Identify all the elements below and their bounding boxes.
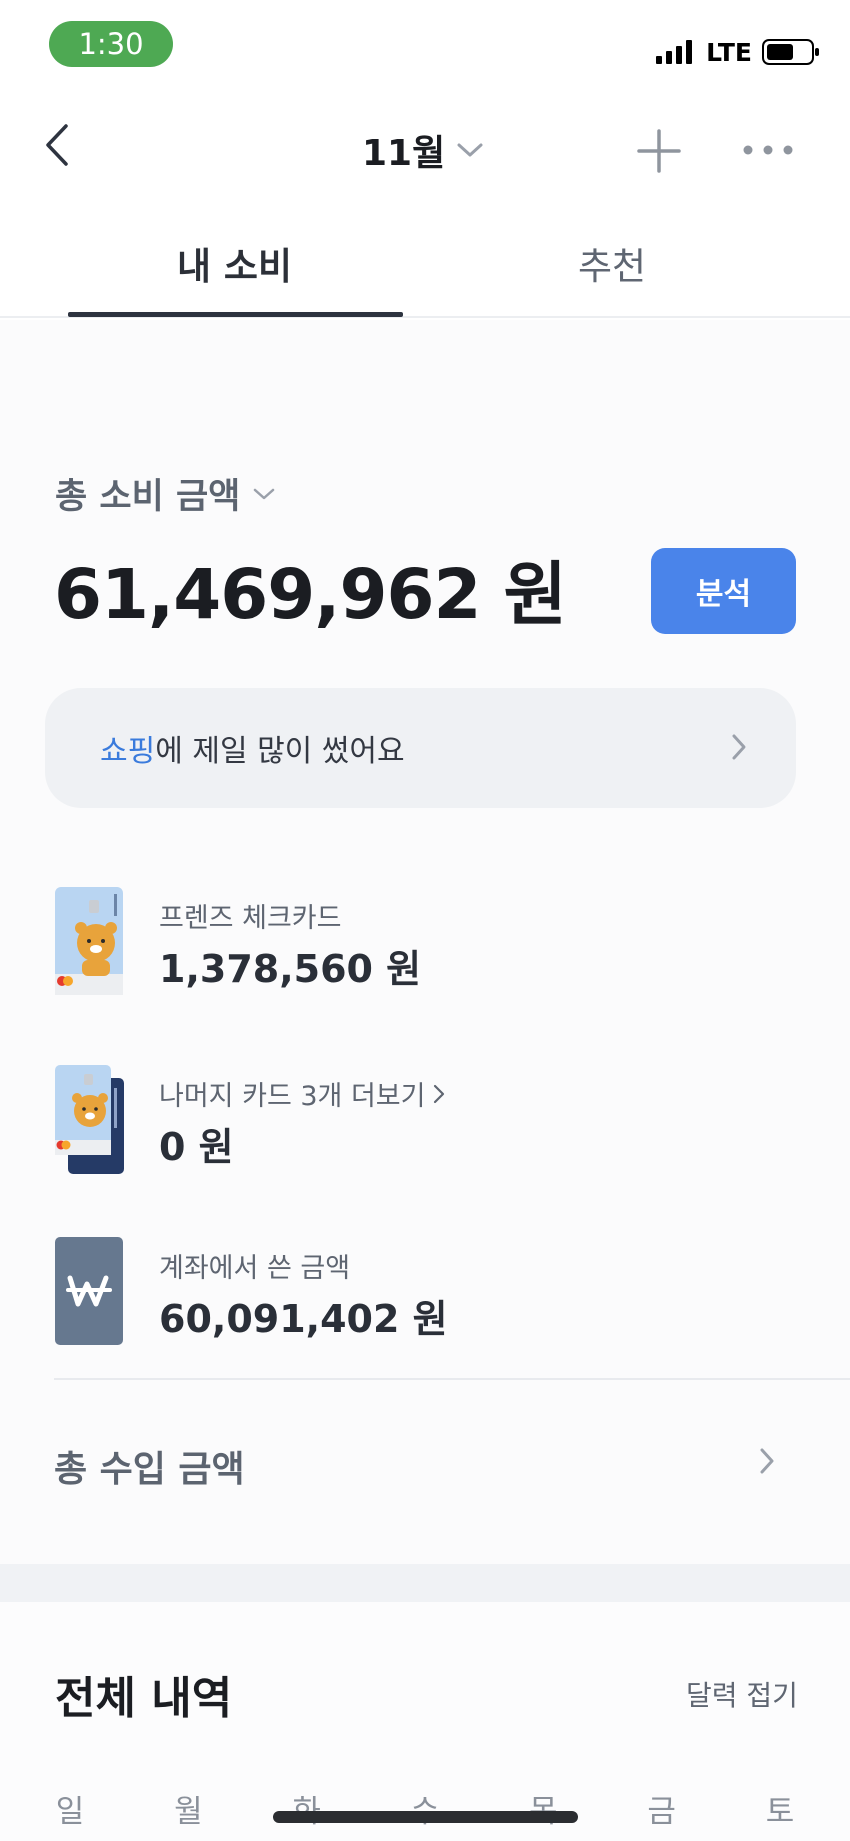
signal-icon [656, 40, 693, 64]
total-income-label: 총 수입 금액 [54, 1449, 245, 1490]
weekday-fri: 금 [647, 1794, 676, 1830]
status-indicators: LTE [656, 37, 820, 67]
ryan-check-card-icon [55, 887, 123, 995]
top-category-message: 에 제일 많이 썼어요 [155, 734, 405, 769]
divider [54, 1378, 850, 1380]
month-selector[interactable]: 11월 [362, 122, 485, 178]
spend-row-account[interactable]: 계좌에서 쓴 금액 60,091,402 원 [54, 1236, 796, 1346]
top-category-banner[interactable]: 쇼핑에 제일 많이 썼어요 [45, 688, 796, 808]
history-title: 전체 내역 [55, 1673, 233, 1724]
weekday-sat: 토 [765, 1794, 795, 1830]
chevron-right-icon [433, 1084, 444, 1103]
nav-bar: 11월 [0, 100, 850, 200]
month-label: 11월 [362, 133, 446, 174]
status-time: 1:30 [49, 21, 173, 67]
tab-my-spending[interactable]: 내 소비 [177, 236, 292, 290]
chevron-right-icon [732, 734, 746, 760]
row-amount: 60,091,402 원 [159, 1297, 448, 1341]
stacked-cards-icon [55, 1065, 124, 1174]
network-label: LTE [706, 37, 752, 67]
back-icon[interactable] [38, 120, 78, 170]
status-bar: 1:30 LTE [0, 0, 850, 88]
tab-recommend[interactable]: 추천 [578, 236, 646, 290]
calendar-collapse-button[interactable]: 달력 접기 [686, 1674, 798, 1714]
top-category-name: 쇼핑 [100, 734, 156, 769]
weekday-tue: 화 [267, 1786, 347, 1831]
spending-summary: 총 소비 금액 61,469,962 원 분석 쇼핑에 제일 많이 썼어요 프렌… [0, 320, 850, 1564]
card-name: 프렌즈 체크카드 [159, 903, 342, 934]
row-amount: 1,378,560 원 [159, 947, 422, 991]
weekday-thu: 목 [503, 1786, 583, 1831]
spend-row-check-card[interactable]: 프렌즈 체크카드 1,378,560 원 [54, 886, 796, 996]
row-title: 프렌즈 체크카드 [159, 896, 341, 935]
total-spend-amount: 61,469,962 원 [54, 555, 567, 635]
row-title: 계좌에서 쓴 금액 [159, 1246, 350, 1285]
history-section: 전체 내역 달력 접기 일 월 화 수 목 금 토 [0, 1602, 850, 1841]
chevron-down-icon [457, 143, 483, 157]
section-gap [0, 1564, 850, 1602]
add-icon[interactable] [636, 128, 682, 174]
row-amount: 0 원 [159, 1125, 234, 1169]
more-icon[interactable] [742, 138, 794, 162]
total-spend-selector[interactable]: 총 소비 금액 [55, 468, 276, 519]
weekday-mon: 월 [174, 1794, 203, 1830]
weekday-sun: 일 [55, 1794, 85, 1830]
row-title: 나머지 카드 3개 더보기 [159, 1074, 446, 1113]
won-account-icon [55, 1237, 123, 1345]
battery-icon [762, 39, 819, 65]
more-cards-link: 나머지 카드 3개 더보기 [159, 1081, 426, 1112]
tab-bar: 내 소비 추천 [0, 220, 850, 318]
tab-indicator [68, 312, 403, 317]
total-income-row[interactable]: 총 수입 금액 [54, 1420, 796, 1500]
analysis-button[interactable]: 분석 [651, 548, 796, 634]
account-label: 계좌에서 쓴 금액 [159, 1253, 351, 1284]
chevron-down-icon [254, 488, 275, 499]
weekday-header: 일 월 화 수 목 금 토 [30, 1786, 820, 1831]
chevron-right-icon [760, 1448, 774, 1474]
weekday-wed: 수 [385, 1786, 465, 1831]
banner-text: 쇼핑에 제일 많이 썼어요 [100, 726, 405, 770]
spend-row-more-cards[interactable]: 나머지 카드 3개 더보기 0 원 [54, 1064, 796, 1174]
total-spend-label: 총 소비 금액 [55, 477, 241, 517]
home-indicator [273, 1811, 578, 1823]
